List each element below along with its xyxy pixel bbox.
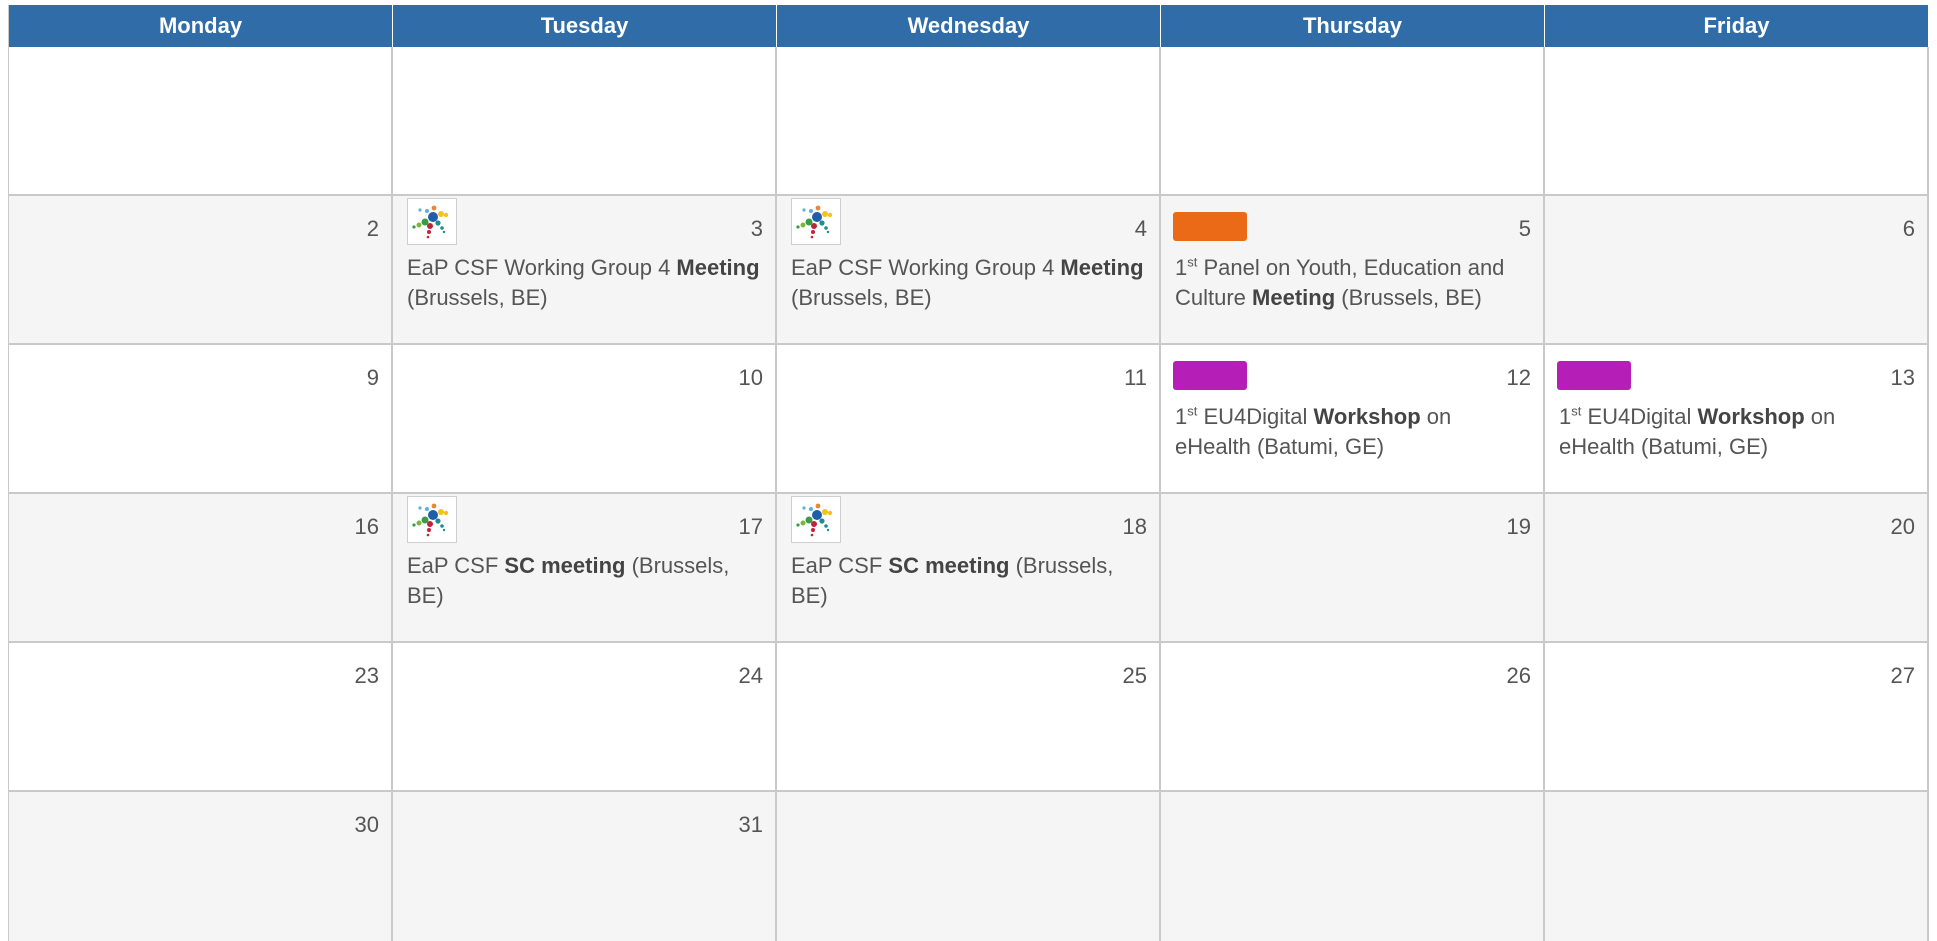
event-link[interactable]: EaP CSF Working Group 4 Meeting (Brussel…: [791, 253, 1149, 313]
day-cell[interactable]: 18 EaP CSF SC meeting (Brussels, BE): [777, 494, 1161, 643]
event-type: Meeting: [676, 255, 760, 280]
day-number: 13: [1890, 365, 1915, 390]
eap-csf-logo-icon: [407, 198, 457, 245]
day-number: 3: [750, 216, 763, 241]
day-cell[interactable]: [1545, 47, 1929, 196]
day-cell[interactable]: 11: [777, 345, 1161, 494]
event-link[interactable]: EaP CSF SC meeting (Brussels, BE): [791, 551, 1149, 611]
day-cell[interactable]: [1161, 792, 1545, 941]
day-number: 16: [354, 514, 379, 539]
day-number: 2: [366, 216, 379, 241]
day-cell[interactable]: 30: [9, 792, 393, 941]
day-number: 26: [1506, 663, 1531, 688]
day-number: 25: [1122, 663, 1147, 688]
event-type: Meeting: [1252, 285, 1336, 310]
day-cell[interactable]: [9, 47, 393, 196]
category-tag-icon: [1557, 361, 1631, 390]
event-type: SC meeting: [888, 553, 1010, 578]
day-cell[interactable]: 10: [393, 345, 777, 494]
day-number: 19: [1506, 514, 1531, 539]
day-cell[interactable]: 20: [1545, 494, 1929, 643]
event-location: (Brussels, BE): [791, 285, 932, 310]
day-number: 20: [1890, 514, 1915, 539]
event-ordinal: 1: [1175, 404, 1188, 429]
event-ordinal-suffix: st: [1187, 254, 1198, 270]
header-friday: Friday: [1545, 5, 1929, 47]
day-cell[interactable]: [777, 792, 1161, 941]
day-cell[interactable]: 17 EaP CSF SC meeting (Brussels, BE): [393, 494, 777, 643]
event-text: EaP CSF: [407, 553, 505, 578]
event-type: SC meeting: [504, 553, 626, 578]
day-number: 23: [354, 663, 379, 688]
day-number: 6: [1902, 216, 1915, 241]
header-thursday: Thursday: [1161, 5, 1545, 47]
day-number: 12: [1506, 365, 1531, 390]
event-text: EaP CSF Working Group 4: [791, 255, 1061, 280]
event-ordinal-suffix: st: [1187, 403, 1198, 419]
event-ordinal-suffix: st: [1571, 403, 1582, 419]
day-number: 9: [366, 365, 379, 390]
day-number: 11: [1124, 365, 1147, 390]
day-cell[interactable]: [1545, 792, 1929, 941]
day-number: 27: [1890, 663, 1915, 688]
day-cell[interactable]: [393, 47, 777, 196]
event-text: EU4Digital: [1197, 404, 1314, 429]
event-location: (Brussels, BE): [407, 285, 548, 310]
day-cell[interactable]: 24: [393, 643, 777, 792]
day-number: 30: [354, 812, 379, 837]
day-number: 18: [1122, 514, 1147, 539]
event-text: EaP CSF: [791, 553, 889, 578]
event-type: Workshop: [1313, 404, 1421, 429]
header-monday: Monday: [9, 5, 393, 47]
day-cell[interactable]: 4 EaP CSF Working Group 4 Meeting (Brusse…: [777, 196, 1161, 345]
eap-csf-logo-icon: [407, 496, 457, 543]
day-cell[interactable]: 19: [1161, 494, 1545, 643]
event-text: EaP CSF Working Group 4: [407, 255, 677, 280]
event-link[interactable]: 1st EU4Digital Workshop on eHealth (Batu…: [1175, 402, 1533, 462]
day-cell[interactable]: 31: [393, 792, 777, 941]
day-cell[interactable]: [777, 47, 1161, 196]
category-tag-icon: [1173, 361, 1247, 390]
day-cell[interactable]: 6: [1545, 196, 1929, 345]
header-wednesday: Wednesday: [777, 5, 1161, 47]
day-number: 31: [738, 812, 763, 837]
day-cell[interactable]: 2: [9, 196, 393, 345]
eap-csf-logo-icon: [791, 496, 841, 543]
day-cell[interactable]: [1161, 47, 1545, 196]
day-cell[interactable]: 9: [9, 345, 393, 494]
day-number: 10: [738, 365, 763, 390]
category-tag-icon: [1173, 212, 1247, 241]
day-cell[interactable]: 5 1st Panel on Youth, Education and Cultu…: [1161, 196, 1545, 345]
day-number: 4: [1134, 216, 1147, 241]
day-cell[interactable]: 26: [1161, 643, 1545, 792]
event-type: Meeting: [1060, 255, 1144, 280]
day-number: 24: [738, 663, 763, 688]
day-cell[interactable]: 12 1st EU4Digital Workshop on eHealth (Ba…: [1161, 345, 1545, 494]
eap-csf-logo-icon: [791, 198, 841, 245]
calendar-grid: Monday Tuesday Wednesday Thursday Friday…: [8, 5, 1929, 941]
event-location: (Brussels, BE): [1335, 285, 1482, 310]
day-cell[interactable]: 16: [9, 494, 393, 643]
event-ordinal: 1: [1559, 404, 1572, 429]
header-tuesday: Tuesday: [393, 5, 777, 47]
day-cell[interactable]: 23: [9, 643, 393, 792]
event-ordinal: 1: [1175, 255, 1188, 280]
day-number: 17: [738, 514, 763, 539]
event-type: Workshop: [1697, 404, 1805, 429]
day-cell[interactable]: 25: [777, 643, 1161, 792]
event-link[interactable]: EaP CSF Working Group 4 Meeting (Brussel…: [407, 253, 765, 313]
day-cell[interactable]: 27: [1545, 643, 1929, 792]
day-cell[interactable]: 3 EaP CSF Working Group 4 Meeting (Brusse…: [393, 196, 777, 345]
event-link[interactable]: 1st EU4Digital Workshop on eHealth (Batu…: [1559, 402, 1917, 462]
event-text: EU4Digital: [1581, 404, 1698, 429]
day-cell[interactable]: 13 1st EU4Digital Workshop on eHealth (Ba…: [1545, 345, 1929, 494]
day-number: 5: [1518, 216, 1531, 241]
event-link[interactable]: EaP CSF SC meeting (Brussels, BE): [407, 551, 765, 611]
event-link[interactable]: 1st Panel on Youth, Education and Cultur…: [1175, 253, 1533, 313]
